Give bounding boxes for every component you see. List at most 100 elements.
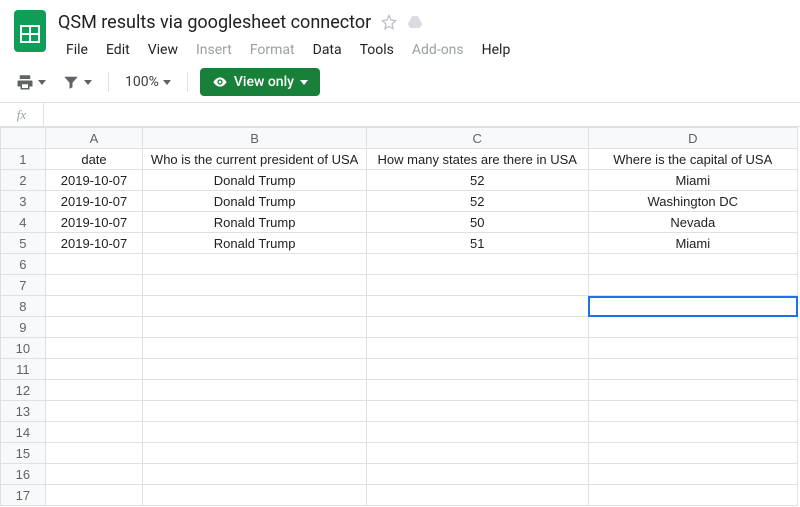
- cell[interactable]: [366, 254, 588, 275]
- star-icon[interactable]: [381, 14, 397, 30]
- row-header[interactable]: 9: [1, 317, 46, 338]
- print-button[interactable]: [12, 69, 50, 95]
- cell[interactable]: Ronald Trump: [143, 212, 367, 233]
- cell[interactable]: [143, 338, 367, 359]
- cell[interactable]: [45, 401, 143, 422]
- cell[interactable]: [143, 422, 367, 443]
- cell[interactable]: [588, 380, 797, 401]
- cell[interactable]: [45, 317, 143, 338]
- column-header[interactable]: A: [45, 128, 143, 149]
- cell[interactable]: 2019-10-07: [45, 212, 143, 233]
- cell[interactable]: 51: [366, 233, 588, 254]
- cell[interactable]: [588, 422, 797, 443]
- document-title[interactable]: QSM results via googlesheet connector: [58, 12, 371, 33]
- zoom-dropdown[interactable]: 100%: [121, 74, 175, 90]
- row-header[interactable]: 17: [1, 485, 46, 506]
- row-header[interactable]: 2: [1, 170, 46, 191]
- cell[interactable]: [588, 317, 797, 338]
- row-header[interactable]: 13: [1, 401, 46, 422]
- cell[interactable]: [366, 317, 588, 338]
- cell[interactable]: [588, 464, 797, 485]
- cell[interactable]: [366, 380, 588, 401]
- cell[interactable]: [45, 359, 143, 380]
- cell[interactable]: [143, 380, 367, 401]
- cell[interactable]: [143, 254, 367, 275]
- menu-file[interactable]: File: [58, 38, 96, 62]
- cell[interactable]: [366, 464, 588, 485]
- cell[interactable]: [45, 254, 143, 275]
- cell[interactable]: [366, 296, 588, 317]
- cell[interactable]: Who is the current president of USA: [143, 149, 367, 170]
- menu-view[interactable]: View: [140, 38, 186, 62]
- cell[interactable]: 2019-10-07: [45, 170, 143, 191]
- cell[interactable]: [45, 443, 143, 464]
- row-header[interactable]: 6: [1, 254, 46, 275]
- cell[interactable]: [143, 401, 367, 422]
- cell[interactable]: Washington DC: [588, 191, 797, 212]
- sheets-app-icon[interactable]: [12, 8, 48, 54]
- menu-edit[interactable]: Edit: [98, 38, 138, 62]
- cell[interactable]: [588, 254, 797, 275]
- menu-data[interactable]: Data: [305, 38, 350, 62]
- row-header[interactable]: 14: [1, 422, 46, 443]
- cell[interactable]: [366, 401, 588, 422]
- row-header[interactable]: 7: [1, 275, 46, 296]
- cell[interactable]: [366, 422, 588, 443]
- menu-insert[interactable]: Insert: [188, 38, 240, 62]
- cell[interactable]: 2019-10-07: [45, 191, 143, 212]
- row-header[interactable]: 16: [1, 464, 46, 485]
- column-header[interactable]: C: [366, 128, 588, 149]
- menu-addons[interactable]: Add-ons: [404, 38, 472, 62]
- cell[interactable]: 52: [366, 191, 588, 212]
- cell[interactable]: 52: [366, 170, 588, 191]
- cell[interactable]: [588, 485, 797, 506]
- cell[interactable]: [366, 359, 588, 380]
- formula-input[interactable]: [44, 103, 800, 126]
- cell[interactable]: [143, 359, 367, 380]
- row-header[interactable]: 4: [1, 212, 46, 233]
- cell[interactable]: [45, 296, 143, 317]
- drive-icon[interactable]: [407, 14, 423, 30]
- cell[interactable]: 50: [366, 212, 588, 233]
- cell[interactable]: [143, 296, 367, 317]
- cell[interactable]: Donald Trump: [143, 191, 367, 212]
- cell[interactable]: [366, 485, 588, 506]
- cell[interactable]: [143, 464, 367, 485]
- cell[interactable]: [366, 338, 588, 359]
- cell[interactable]: Where is the capital of USA: [588, 149, 797, 170]
- spreadsheet-grid[interactable]: ABCD 1dateWho is the current president o…: [0, 127, 800, 506]
- cell[interactable]: [45, 338, 143, 359]
- row-header[interactable]: 11: [1, 359, 46, 380]
- cell[interactable]: [45, 422, 143, 443]
- cell[interactable]: [143, 485, 367, 506]
- cell[interactable]: 2019-10-07: [45, 233, 143, 254]
- view-only-button[interactable]: View only: [200, 68, 320, 96]
- cell[interactable]: [143, 317, 367, 338]
- cell[interactable]: [366, 275, 588, 296]
- menu-tools[interactable]: Tools: [352, 38, 402, 62]
- cell[interactable]: [588, 338, 797, 359]
- cell[interactable]: [588, 443, 797, 464]
- cell[interactable]: [45, 275, 143, 296]
- row-header[interactable]: 12: [1, 380, 46, 401]
- cell[interactable]: [143, 443, 367, 464]
- cell[interactable]: date: [45, 149, 143, 170]
- row-header[interactable]: 5: [1, 233, 46, 254]
- row-header[interactable]: 10: [1, 338, 46, 359]
- select-all-corner[interactable]: [1, 128, 46, 149]
- cell[interactable]: How many states are there in USA: [366, 149, 588, 170]
- cell[interactable]: [45, 485, 143, 506]
- cell[interactable]: [366, 443, 588, 464]
- filter-button[interactable]: [58, 69, 96, 95]
- cell[interactable]: [588, 359, 797, 380]
- cell[interactable]: [588, 275, 797, 296]
- cell[interactable]: [45, 380, 143, 401]
- column-header[interactable]: D: [588, 128, 797, 149]
- cell[interactable]: [588, 296, 797, 317]
- cell[interactable]: Donald Trump: [143, 170, 367, 191]
- menu-format[interactable]: Format: [242, 38, 303, 62]
- menu-help[interactable]: Help: [474, 38, 519, 62]
- cell[interactable]: [588, 401, 797, 422]
- cell[interactable]: Nevada: [588, 212, 797, 233]
- cell[interactable]: Miami: [588, 233, 797, 254]
